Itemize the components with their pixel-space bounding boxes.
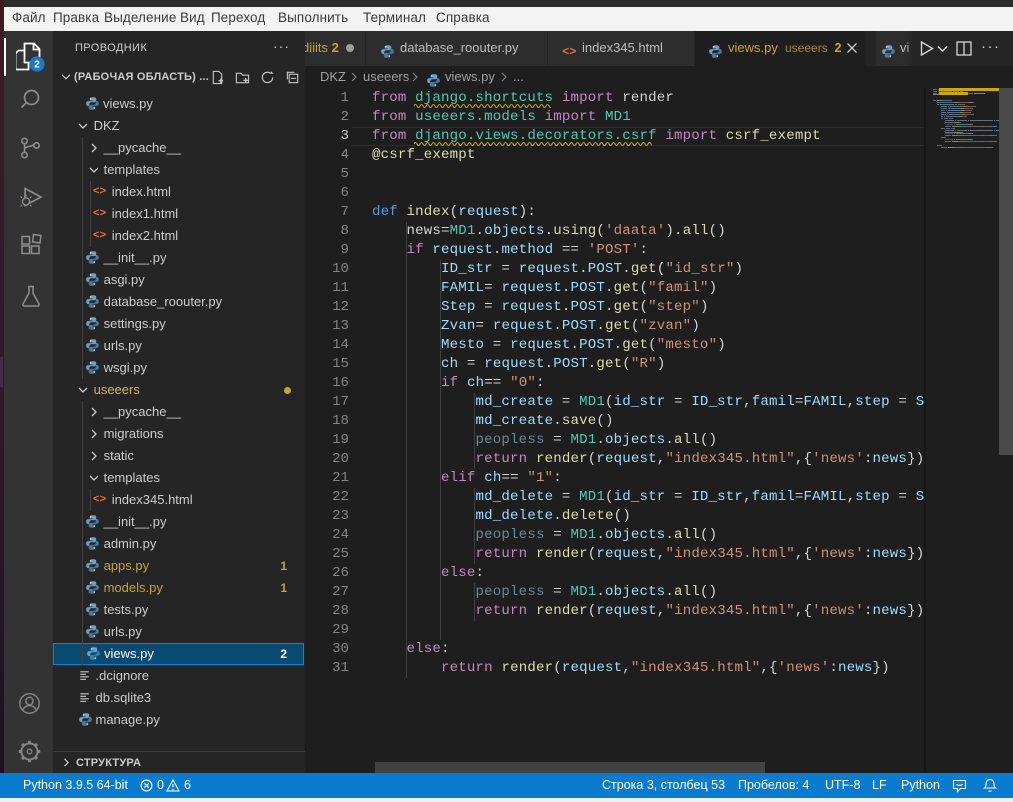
svg-text:2: 2 bbox=[34, 59, 40, 70]
